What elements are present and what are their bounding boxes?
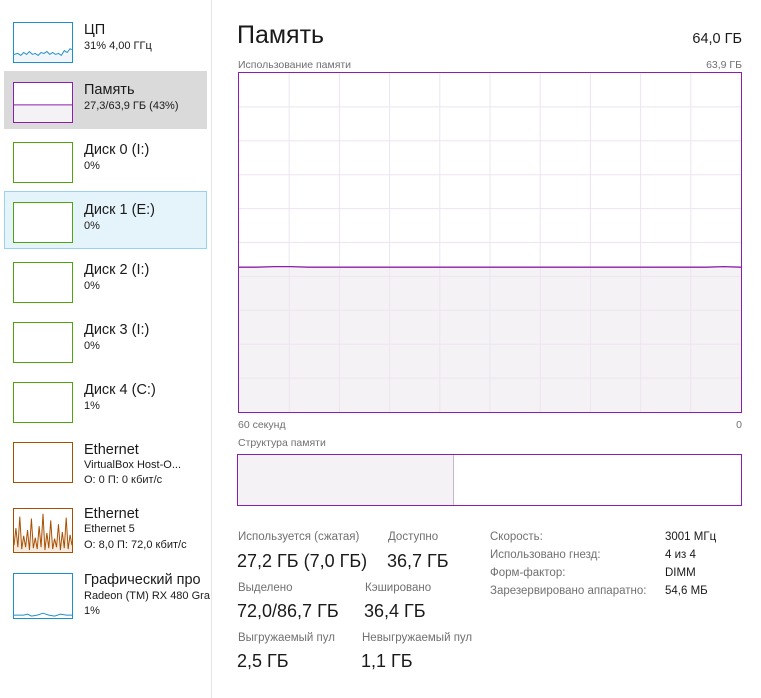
slots-used-value: 4 из 4 xyxy=(665,549,696,561)
chart-time-axis-right: 0 xyxy=(736,419,742,431)
sidebar-item-subtitle: 1% xyxy=(84,400,100,412)
in-use-value: 27,2 ГБ (7,0 ГБ) xyxy=(237,551,368,571)
hardware-reserved-value: 54,6 МБ xyxy=(665,585,708,597)
sidebar-item-disk-2[interactable]: Диск 2 (I:) 0% xyxy=(4,251,207,309)
nonpaged-pool-value: 1,1 ГБ xyxy=(361,651,413,671)
sidebar-item-title: Графический про xyxy=(84,572,201,588)
slots-used-label: Использовано гнезд: xyxy=(490,549,601,561)
sidebar-item-subtitle: 0% xyxy=(84,160,100,172)
committed-label: Выделено xyxy=(238,582,293,594)
hardware-reserved-label: Зарезервировано аппаратно: xyxy=(490,585,647,597)
total-memory-value: 64,0 ГБ xyxy=(692,31,742,47)
sidebar-item-usage: 1% xyxy=(84,605,100,617)
sidebar-item-subtitle: 31% 4,00 ГГц xyxy=(84,40,152,52)
sidebar-item-gpu[interactable]: Графический про Radeon (TM) RX 480 Gra 1… xyxy=(4,562,210,620)
sidebar-item-title: ЦП xyxy=(84,22,106,38)
sidebar: ЦП 31% 4,00 ГГц Память 27,3/63,9 ГБ (43%… xyxy=(0,0,211,698)
disk-2-thumbnail-graph xyxy=(13,262,73,303)
sidebar-item-subtitle: VirtualBox Host-O... xyxy=(84,459,181,471)
sidebar-item-title: Ethernet xyxy=(84,506,139,522)
memory-usage-chart-svg xyxy=(239,73,741,412)
sidebar-item-subtitle: 0% xyxy=(84,280,100,292)
available-value: 36,7 ГБ xyxy=(387,551,449,571)
paged-pool-label: Выгружаемый пул xyxy=(238,632,335,644)
sidebar-item-subtitle: Radeon (TM) RX 480 Gra xyxy=(84,590,210,602)
disk-4-thumbnail-graph xyxy=(13,382,73,423)
memory-usage-chart-label: Использование памяти xyxy=(238,59,352,71)
ethernet-thumbnail-graph xyxy=(13,508,73,553)
memory-composition-free xyxy=(454,455,741,505)
speed-value: 3001 МГц xyxy=(665,531,717,543)
cpu-thumbnail-graph xyxy=(13,22,73,63)
memory-usage-chart-max: 63,9 ГБ xyxy=(706,59,742,71)
sidebar-item-throughput: О: 8,0 П: 72,0 кбит/с xyxy=(84,539,187,551)
disk-1-thumbnail-graph xyxy=(13,202,73,243)
sidebar-item-title: Ethernet xyxy=(84,442,139,458)
memory-composition-label: Структура памяти xyxy=(238,437,326,449)
page-title: Память xyxy=(237,21,325,49)
form-factor-value: DIMM xyxy=(665,567,696,579)
sidebar-item-throughput: О: 0 П: 0 кбит/с xyxy=(84,474,163,486)
sidebar-item-title: Диск 3 (I:) xyxy=(84,322,150,338)
sidebar-item-title: Диск 0 (I:) xyxy=(84,142,150,158)
disk-0-thumbnail-graph xyxy=(13,142,73,183)
sidebar-item-subtitle: 27,3/63,9 ГБ (43%) xyxy=(84,100,179,112)
sidebar-item-subtitle: 0% xyxy=(84,220,100,232)
ethernet-thumbnail-graph xyxy=(13,442,73,483)
sidebar-divider xyxy=(211,0,212,698)
disk-3-thumbnail-graph xyxy=(13,322,73,363)
sidebar-item-title: Диск 1 (E:) xyxy=(84,202,155,218)
sidebar-item-title: Память xyxy=(84,82,135,98)
in-use-label: Используется (сжатая) xyxy=(238,531,360,543)
nonpaged-pool-label: Невыгружаемый пул xyxy=(362,632,473,644)
memory-composition-bar xyxy=(237,454,742,506)
sidebar-item-ethernet-5[interactable]: Ethernet Ethernet 5 О: 8,0 П: 72,0 кбит/… xyxy=(4,497,207,555)
sidebar-item-disk-0[interactable]: Диск 0 (I:) 0% xyxy=(4,131,207,189)
sidebar-item-disk-4[interactable]: Диск 4 (C:) 1% xyxy=(4,371,207,429)
chart-time-axis-left: 60 секунд xyxy=(238,419,286,431)
form-factor-label: Форм-фактор: xyxy=(490,567,566,579)
memory-composition-in-use xyxy=(238,455,455,505)
gpu-thumbnail-graph xyxy=(13,573,73,619)
sidebar-item-cpu[interactable]: ЦП 31% 4,00 ГГц xyxy=(4,11,207,69)
sidebar-item-subtitle: Ethernet 5 xyxy=(84,523,135,535)
memory-usage-line xyxy=(239,265,741,268)
committed-value: 72,0/86,7 ГБ xyxy=(237,601,339,621)
sidebar-item-title: Диск 4 (C:) xyxy=(84,382,156,398)
sidebar-item-subtitle: 0% xyxy=(84,340,100,352)
cached-value: 36,4 ГБ xyxy=(364,601,426,621)
cached-label: Кэшировано xyxy=(365,582,432,594)
memory-thumbnail-graph xyxy=(13,82,73,123)
sidebar-item-title: Диск 2 (I:) xyxy=(84,262,150,278)
sidebar-item-memory[interactable]: Память 27,3/63,9 ГБ (43%) xyxy=(4,71,207,129)
sidebar-item-disk-3[interactable]: Диск 3 (I:) 0% xyxy=(4,311,207,369)
available-label: Доступно xyxy=(388,531,439,543)
sidebar-item-ethernet-virtualbox[interactable]: Ethernet VirtualBox Host-O... О: 0 П: 0 … xyxy=(4,431,207,489)
memory-usage-chart xyxy=(238,72,742,413)
sidebar-item-disk-1[interactable]: Диск 1 (E:) 0% xyxy=(4,191,207,249)
paged-pool-value: 2,5 ГБ xyxy=(237,651,289,671)
speed-label: Скорость: xyxy=(490,531,543,543)
